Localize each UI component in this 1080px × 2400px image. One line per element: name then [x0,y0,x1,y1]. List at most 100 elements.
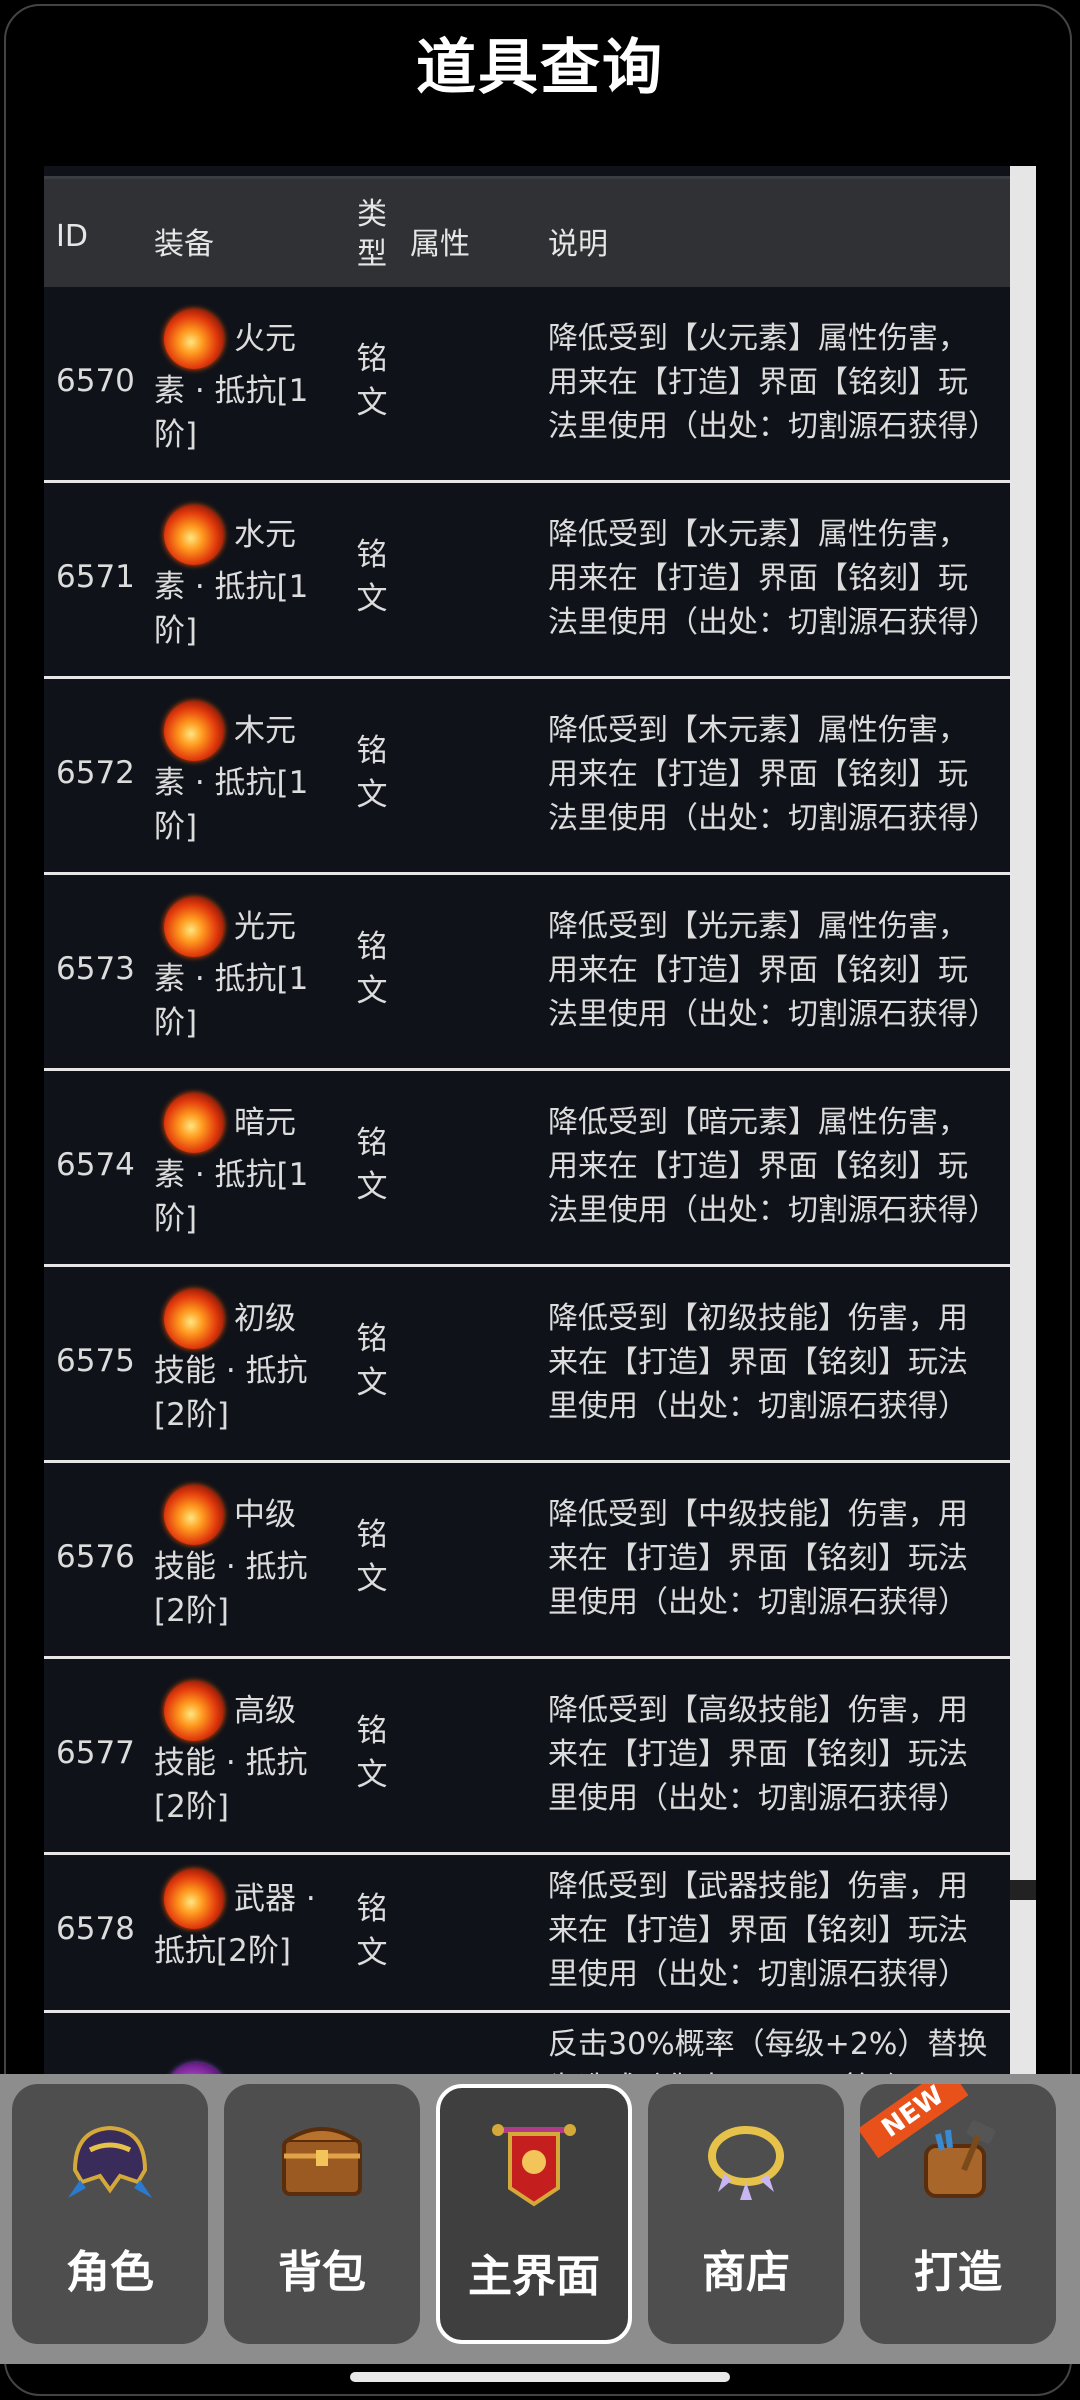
scrollbar-thumb[interactable] [1010,1880,1036,1900]
row-desc: 降低受到【木元素】属性伤害，用来在【打造】界面【铭刻】玩法里使用（出处：切割源石… [548,713,998,836]
fire-orb-icon [164,505,224,565]
row-type: 铭文 [356,341,388,421]
equipment-name-b: 技能 · 抵抗[2阶] [154,1745,308,1825]
home-indicator[interactable] [350,2372,730,2382]
fire-orb-icon [164,1093,224,1153]
equipment-name-b: 素 · 抵抗[1阶] [154,961,309,1041]
table-row[interactable]: 6577 高级 技能 · 抵抗[2阶] 铭文 降低受到【高级技能】伤害，用来在【… [44,1659,1010,1855]
tab-shop[interactable]: 商店 [648,2084,844,2344]
tab-character[interactable]: 角色 [12,2084,208,2344]
necklace-icon [708,2126,784,2200]
row-id: 6573 [56,951,135,987]
page-title: 道具查询 [416,33,664,103]
equipment-name-a: 暗元 [234,1105,296,1141]
tab-label: 打造 [914,2247,1002,2298]
header-attr: 属性 [410,227,470,262]
table-scrollbar[interactable] [1010,166,1036,2078]
chest-icon [282,2127,362,2196]
fire-orb-icon [164,701,224,761]
row-id: 6575 [56,1343,135,1379]
fire-orb-icon [164,309,224,369]
equipment-name-a: 高级 [234,1693,296,1729]
equipment-name-b: 技能 · 抵抗[2阶] [154,1549,308,1629]
equipment-name-a: 武器 · [234,1881,316,1917]
equipment-name-b: 素 · 抵抗[1阶] [154,1157,309,1237]
row-id: 6577 [56,1735,135,1771]
fire-orb-icon [164,1681,224,1741]
row-id: 6571 [56,559,135,595]
table-row[interactable]: 6575 初级 技能 · 抵抗[2阶] 铭文 降低受到【初级技能】伤害，用来在【… [44,1267,1010,1463]
row-desc: 降低受到【武器技能】伤害，用来在【打造】界面【铭刻】玩法里使用（出处：切割源石获… [548,1869,968,1992]
equipment-name-a: 初级 [234,1301,296,1337]
equipment-name-a: 光元 [234,909,296,945]
helmet-icon [68,2125,152,2198]
tab-label: 主界面 [468,2251,600,2302]
row-id: 6572 [56,755,135,791]
row-desc: 降低受到【高级技能】伤害，用来在【打造】界面【铭刻】玩法里使用（出处：切割源石获… [548,1693,968,1816]
table-row[interactable]: 反击30%概率（每级+2%）替换为造成防御力...50%（每级 [44,2013,1010,2078]
equipment-name-a: 火元 [234,321,296,357]
row-equipment: 光元 素 · 抵抗[1阶] [154,897,324,1045]
equipment-name-a: 中级 [234,1497,296,1533]
row-id: 6576 [56,1539,135,1575]
row-desc: 降低受到【水元素】属性伤害，用来在【打造】界面【铭刻】玩法里使用（出处：切割源石… [548,517,998,640]
tab-inventory[interactable]: 背包 [224,2084,420,2344]
row-desc: 降低受到【初级技能】伤害，用来在【打造】界面【铭刻】玩法里使用（出处：切割源石获… [548,1301,968,1424]
fire-orb-icon [164,1485,224,1545]
table-row[interactable]: 6570 火元 素 · 抵抗[1阶] 铭文 降低受到【火元素】属性伤害，用来在【… [44,287,1010,483]
table-row[interactable]: 6573 光元 素 · 抵抗[1阶] 铭文 降低受到【光元素】属性伤害，用来在【… [44,875,1010,1071]
tab-crafting[interactable]: NEW 打造 [860,2084,1056,2344]
row-equipment: 高级 技能 · 抵抗[2阶] [154,1681,324,1829]
tab-label: 背包 [278,2247,366,2298]
row-equipment: 木元 素 · 抵抗[1阶] [154,701,324,849]
row-type: 铭文 [356,1321,388,1401]
row-type: 铭文 [356,1891,388,1971]
header-equipment: 装备 [154,227,214,262]
row-desc: 反击30%概率（每级+2%）替换为造成防御力...50%（每级 [548,2027,988,2078]
row-type: 铭文 [356,1125,388,1205]
table-row[interactable]: 6578 武器 · 抵抗[2阶] 铭文 降低受到【武器技能】伤害，用来在【打造】… [44,1855,1010,2013]
tab-main[interactable]: 主界面 [436,2084,632,2344]
row-desc: 降低受到【光元素】属性伤害，用来在【打造】界面【铭刻】玩法里使用（出处：切割源石… [548,909,998,1032]
row-equipment: 中级 技能 · 抵抗[2阶] [154,1485,324,1633]
row-type: 铭文 [356,1517,388,1597]
crafting-bag-icon [924,2120,996,2198]
table-header: ID 装备 类型 属性 说明 [44,176,1010,287]
row-type: 铭文 [356,929,388,1009]
row-desc: 降低受到【中级技能】伤害，用来在【打造】界面【铭刻】玩法里使用（出处：切割源石获… [548,1497,968,1620]
equipment-name-b: 技能 · 抵抗[2阶] [154,1353,308,1433]
fire-orb-icon [164,1869,224,1929]
tab-label: 角色 [66,2247,154,2298]
equipment-name-b: 素 · 抵抗[1阶] [154,373,309,453]
equipment-name-b: 素 · 抵抗[1阶] [154,765,309,845]
header-desc: 说明 [548,227,608,262]
header-type: 类型 [357,197,387,272]
row-equipment: 水元 素 · 抵抗[1阶] [154,505,324,653]
banner-icon [492,2124,576,2207]
row-desc: 降低受到【暗元素】属性伤害，用来在【打造】界面【铭刻】玩法里使用（出处：切割源石… [548,1105,998,1228]
row-type: 铭文 [356,1713,388,1793]
fire-orb-icon [164,897,224,957]
row-equipment: 初级 技能 · 抵抗[2阶] [154,1289,324,1437]
equipment-name-a: 木元 [234,713,296,749]
table-row[interactable]: 6572 木元 素 · 抵抗[1阶] 铭文 降低受到【木元素】属性伤害，用来在【… [44,679,1010,875]
row-desc: 降低受到【火元素】属性伤害，用来在【打造】界面【铭刻】玩法里使用（出处：切割源石… [548,321,998,444]
item-table[interactable]: ID 装备 类型 属性 说明 6570 火元 素 · 抵抗[1阶] 铭文 降低受… [44,166,1036,2078]
row-type: 铭文 [356,537,388,617]
equipment-name-b: 抵抗[2阶] [154,1933,291,1969]
row-equipment: 火元 素 · 抵抗[1阶] [154,309,324,457]
row-id: 6578 [56,1911,135,1947]
table-row[interactable]: 6574 暗元 素 · 抵抗[1阶] 铭文 降低受到【暗元素】属性伤害，用来在【… [44,1071,1010,1267]
row-equipment: 武器 · 抵抗[2阶] [154,1869,324,1973]
equipment-name-a: 水元 [234,517,296,553]
equipment-name-b: 素 · 抵抗[1阶] [154,569,309,649]
row-id: 6570 [56,363,135,399]
table-row[interactable]: 6571 水元 素 · 抵抗[1阶] 铭文 降低受到【水元素】属性伤害，用来在【… [44,483,1010,679]
bottom-nav: 角色 背包 主界面 商店 NEW 打造 [0,2074,1080,2364]
row-equipment: 暗元 素 · 抵抗[1阶] [154,1093,324,1241]
fire-orb-icon [164,1289,224,1349]
row-id: 6574 [56,1147,135,1183]
row-type: 铭文 [356,733,388,813]
tab-label: 商店 [702,2247,790,2298]
table-row[interactable]: 6576 中级 技能 · 抵抗[2阶] 铭文 降低受到【中级技能】伤害，用来在【… [44,1463,1010,1659]
